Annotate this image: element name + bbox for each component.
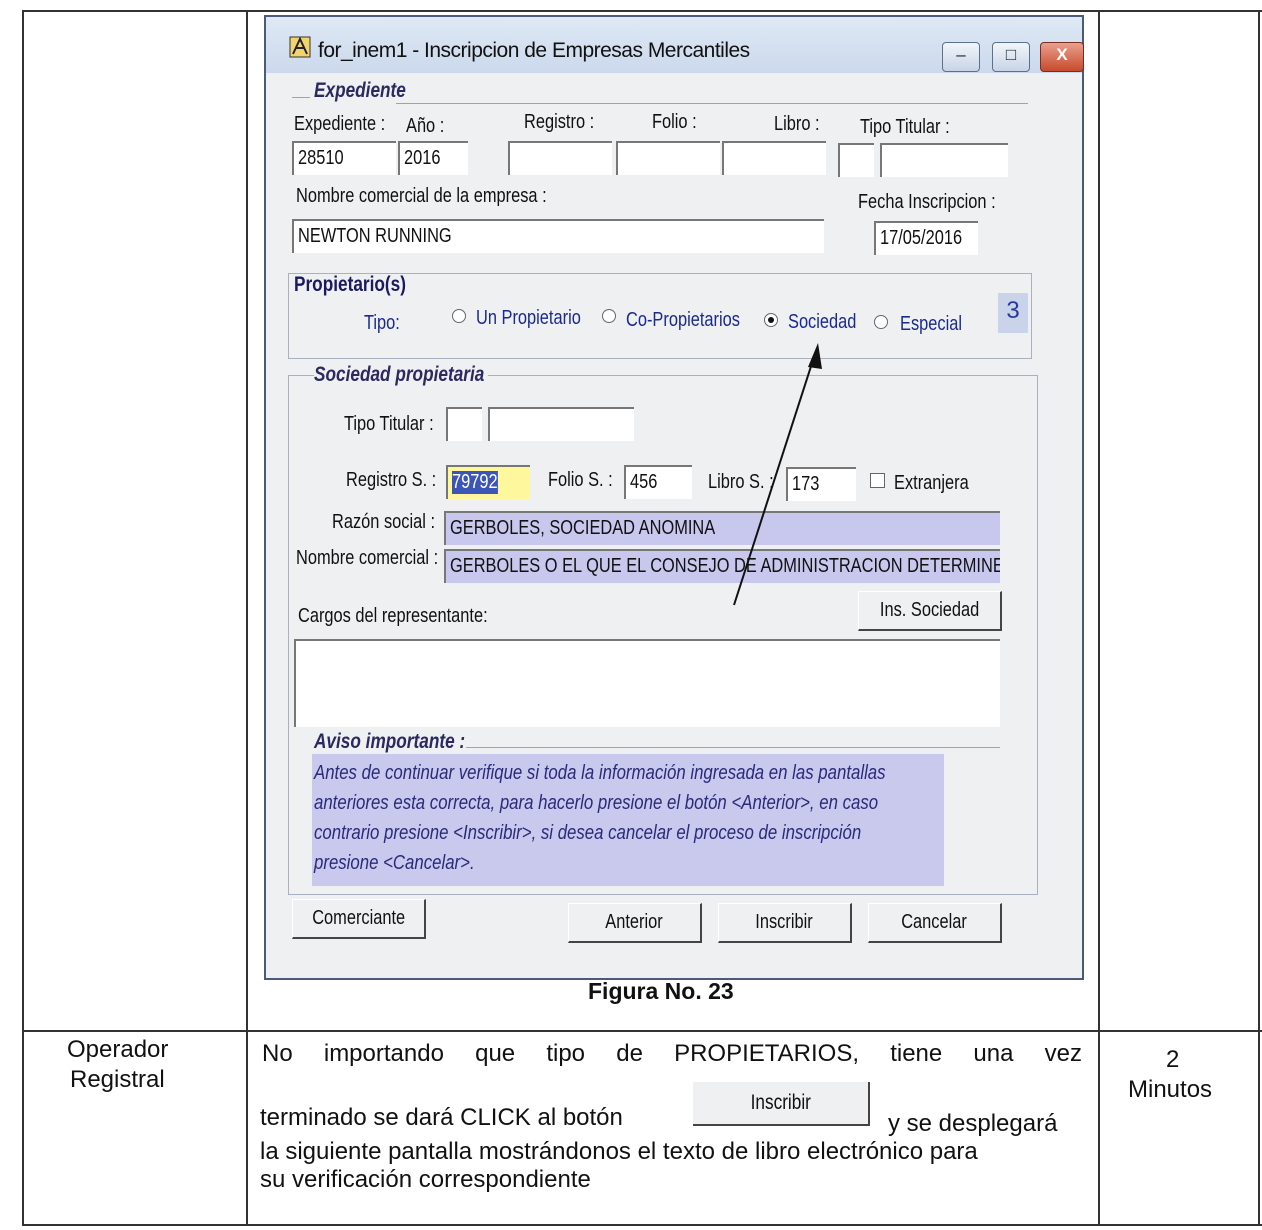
annotation-arrow <box>733 343 822 606</box>
description-line-4: su verificación correspondiente <box>260 1166 591 1193</box>
time-unit: Minutos <box>1128 1076 1213 1103</box>
role-line-1: Operador <box>67 1036 169 1063</box>
inscribir-button-sample: Inscribir <box>693 1082 870 1126</box>
description-line-1: No importando que tipo de PROPIETARIOS, … <box>262 1040 1082 1067</box>
description-line-2a: terminado se dará CLICK al botón <box>260 1104 623 1131</box>
time-value: 2 <box>1166 1046 1180 1073</box>
table-row-divider <box>22 1030 1262 1032</box>
table-top-border <box>22 10 1262 12</box>
table-col-divider-1 <box>246 10 248 1226</box>
table-left-border <box>22 10 24 1226</box>
role-line-2: Registral <box>70 1066 165 1093</box>
figure-caption: Figura No. 23 <box>588 978 734 1004</box>
table-col-divider-2 <box>1098 10 1100 1226</box>
description-line-2b: y se desplegará <box>888 1110 1058 1137</box>
description-line-3: la siguiente pantalla mostrándonos el te… <box>260 1138 978 1165</box>
table-right-border <box>1258 10 1260 1226</box>
table-bottom-border <box>22 1224 1262 1226</box>
dialog-window: for_inem1 - Inscripcion de Empresas Merc… <box>264 15 1084 980</box>
